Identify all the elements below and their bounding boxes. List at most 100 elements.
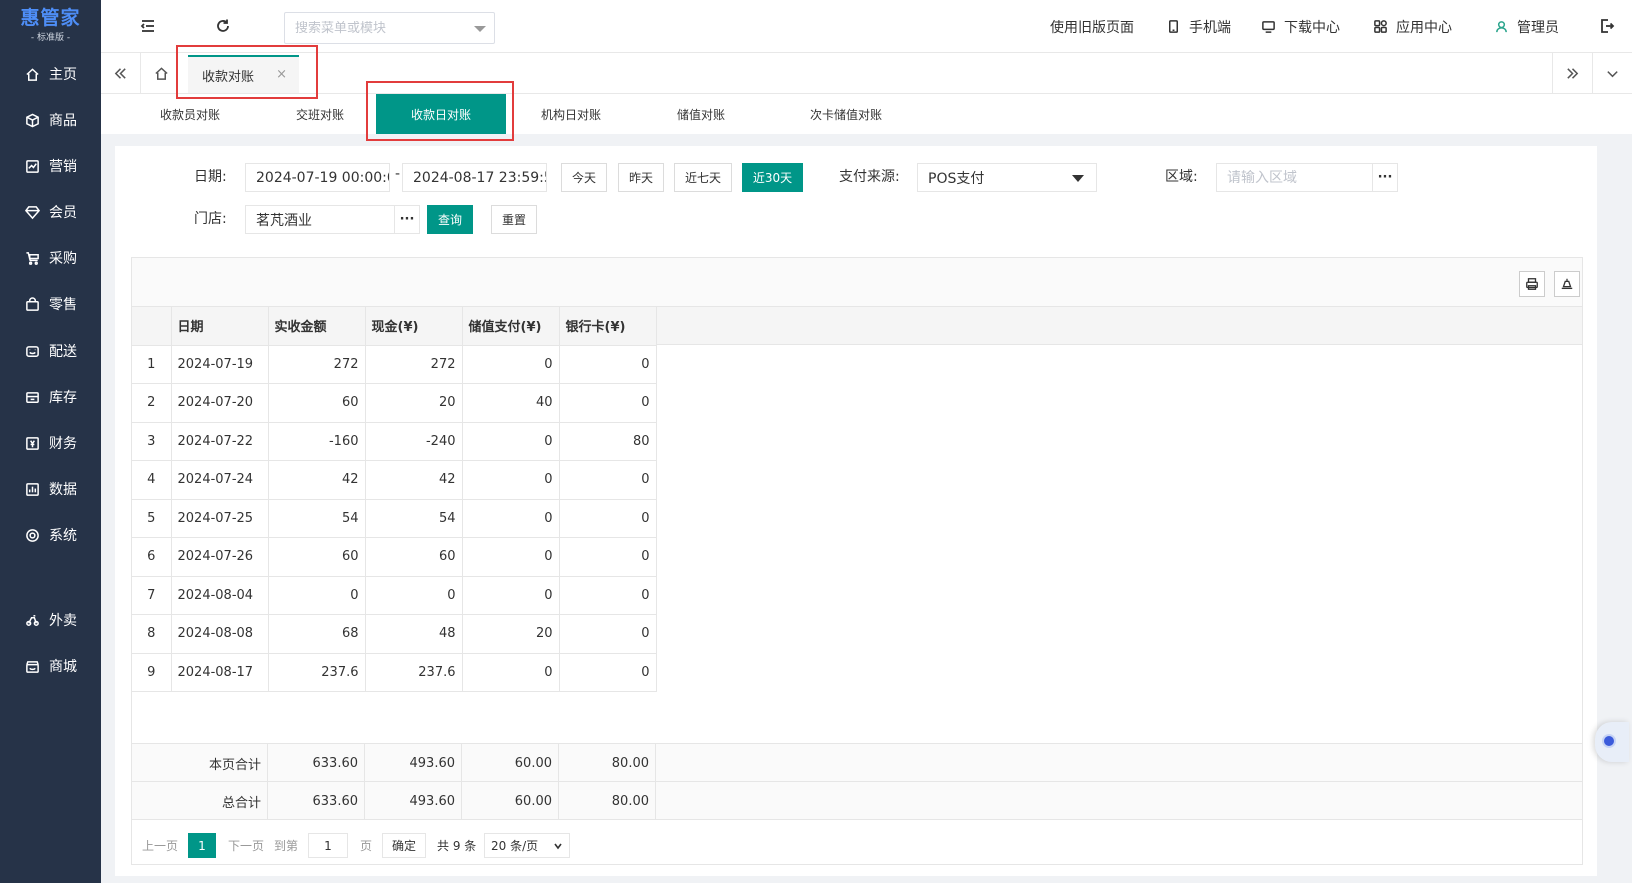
sidebar-item-0[interactable]: 主页 bbox=[0, 54, 101, 94]
assistant-icon bbox=[1602, 734, 1616, 748]
close-icon[interactable]: × bbox=[276, 67, 287, 82]
date-end-input[interactable] bbox=[402, 163, 547, 192]
pay-source-select[interactable]: POS支付 bbox=[917, 163, 1097, 192]
menu-search-select[interactable] bbox=[284, 12, 495, 44]
sidebar-item-11[interactable]: 外卖 bbox=[0, 600, 101, 640]
summary-value: 80.00 bbox=[559, 744, 656, 782]
table-row[interactable]: 6 2024-07-26 60 60 0 0 bbox=[132, 537, 657, 577]
area-picker-icon[interactable]: ··· bbox=[1372, 164, 1397, 191]
table-cell: 0 bbox=[462, 422, 560, 461]
brand-logo[interactable]: 惠管家 - 标准版 - bbox=[0, 0, 101, 50]
current-page[interactable]: 1 bbox=[188, 833, 216, 858]
area-input-field[interactable] bbox=[1227, 169, 1367, 186]
table-cell: -160 bbox=[268, 422, 366, 461]
date-separator: - bbox=[395, 166, 401, 182]
tab-collection-reconciliation[interactable]: 收款对账 × bbox=[188, 55, 299, 93]
prev-page-button[interactable]: 上一页 bbox=[142, 833, 178, 858]
table-row[interactable]: 4 2024-07-24 42 42 0 0 bbox=[132, 460, 657, 500]
tabs-scroll-left-button[interactable] bbox=[101, 53, 141, 93]
goto-confirm-button[interactable]: 确定 bbox=[382, 833, 426, 858]
home-tab[interactable] bbox=[141, 53, 181, 93]
next-page-button[interactable]: 下一页 bbox=[228, 833, 264, 858]
row-index: 9 bbox=[132, 653, 172, 692]
last-30-days-button[interactable]: 近30天 bbox=[742, 163, 803, 192]
sidebar-item-8[interactable]: 财务 bbox=[0, 423, 101, 463]
mobile-link[interactable]: 手机端 bbox=[1166, 0, 1231, 53]
tab-org-daily-reconciliation[interactable]: 机构日对账 bbox=[506, 94, 636, 134]
sidebar-item-7[interactable]: 库存 bbox=[0, 377, 101, 417]
sidebar-item-2[interactable]: 营销 bbox=[0, 146, 101, 186]
summary-label: 本页合计 bbox=[132, 744, 268, 782]
sidebar-item-12[interactable]: 商城 bbox=[0, 646, 101, 686]
sidebar-item-10[interactable]: 系统 bbox=[0, 515, 101, 555]
caret-down-icon bbox=[1072, 175, 1084, 182]
table-row[interactable]: 7 2024-08-04 0 0 0 0 bbox=[132, 576, 657, 615]
page-size-select[interactable]: 20 条/页 bbox=[484, 833, 570, 858]
user-name: 管理员 bbox=[1517, 19, 1559, 36]
old-page-link[interactable]: 使用旧版页面 bbox=[1050, 0, 1134, 53]
store-icon bbox=[24, 658, 40, 674]
table-row[interactable]: 1 2024-07-19 272 272 0 0 bbox=[132, 345, 657, 384]
download-center-link[interactable]: 下载中心 bbox=[1261, 0, 1340, 53]
print-button[interactable] bbox=[1519, 271, 1545, 297]
row-index: 5 bbox=[132, 499, 172, 538]
store-input[interactable]: 茗芃酒业 ··· bbox=[245, 205, 420, 234]
double-chevron-right-icon bbox=[1567, 67, 1579, 79]
sidebar-item-label: 商品 bbox=[49, 113, 77, 129]
refresh-icon[interactable] bbox=[213, 16, 233, 36]
page-unit-label: 页 bbox=[360, 839, 373, 853]
table-row[interactable]: 2 2024-07-20 60 20 40 0 bbox=[132, 383, 657, 423]
last-7-days-button[interactable]: 近七天 bbox=[674, 163, 732, 192]
sidebar-item-3[interactable]: 会员 bbox=[0, 192, 101, 232]
sidebar-item-9[interactable]: 数据 bbox=[0, 469, 101, 509]
table-row[interactable]: 3 2024-07-22 -160 -240 0 80 bbox=[132, 422, 657, 461]
app-center-link[interactable]: 应用中心 bbox=[1373, 0, 1452, 53]
area-input[interactable]: ··· bbox=[1216, 163, 1398, 192]
export-button[interactable] bbox=[1554, 271, 1580, 297]
date-start-input[interactable] bbox=[245, 163, 390, 192]
sidebar-item-6[interactable]: 配送 bbox=[0, 331, 101, 371]
today-button[interactable]: 今天 bbox=[561, 163, 607, 192]
sidebar-item-1[interactable]: 商品 bbox=[0, 100, 101, 140]
page-number-input[interactable] bbox=[308, 833, 348, 858]
tab-card-stored-value-reconciliation[interactable]: 次卡储值对账 bbox=[766, 94, 926, 134]
table-cell: 2024-08-17 bbox=[171, 653, 269, 692]
tabs-dropdown-button[interactable] bbox=[1592, 53, 1632, 93]
settings-icon bbox=[24, 527, 40, 543]
user-icon bbox=[1496, 21, 1507, 33]
tab-shift-reconciliation[interactable]: 交班对账 bbox=[255, 94, 385, 134]
store-label: 门店: bbox=[194, 211, 227, 227]
date-start-value[interactable] bbox=[256, 169, 389, 186]
menu-search-input[interactable] bbox=[295, 20, 465, 36]
floating-assistant-widget[interactable] bbox=[1595, 722, 1629, 762]
cart-icon bbox=[24, 250, 40, 266]
reset-button[interactable]: 重置 bbox=[491, 205, 537, 234]
table-cell: 42 bbox=[268, 460, 366, 500]
tabs-scroll-right-button[interactable] bbox=[1552, 53, 1592, 93]
finance-icon bbox=[24, 435, 40, 451]
tab-cashier-reconciliation[interactable]: 收款员对账 bbox=[125, 94, 255, 134]
menu-toggle-icon[interactable] bbox=[138, 16, 158, 36]
table-row[interactable]: 5 2024-07-25 54 54 0 0 bbox=[132, 499, 657, 538]
store-picker-icon[interactable]: ··· bbox=[394, 206, 419, 233]
summary-rows: 本页合计 633.60 493.60 60.00 80.00 总合计 633.6… bbox=[132, 743, 1582, 820]
row-index: 2 bbox=[132, 383, 172, 423]
tab-daily-collection-reconciliation[interactable]: 收款日对账 bbox=[376, 94, 506, 134]
yesterday-button[interactable]: 昨天 bbox=[618, 163, 664, 192]
sidebar-item-label: 库存 bbox=[49, 390, 77, 406]
top-bar: 使用旧版页面 手机端 下载中心 应用中心 管理员 bbox=[101, 0, 1632, 53]
tab-stored-value-reconciliation[interactable]: 储值对账 bbox=[636, 94, 766, 134]
query-button[interactable]: 查询 bbox=[427, 205, 473, 234]
date-end-value[interactable] bbox=[413, 169, 546, 186]
sidebar-item-4[interactable]: 采购 bbox=[0, 238, 101, 278]
header-filler bbox=[657, 307, 1582, 345]
table-cell: 40 bbox=[462, 383, 560, 423]
table-cell: 272 bbox=[365, 345, 463, 384]
table-row[interactable]: 8 2024-08-08 68 48 20 0 bbox=[132, 614, 657, 654]
index-header bbox=[132, 307, 172, 346]
user-menu[interactable]: 管理员 bbox=[1494, 0, 1559, 53]
logout-icon[interactable] bbox=[1597, 16, 1617, 36]
sidebar-item-5[interactable]: 零售 bbox=[0, 284, 101, 324]
summary-value: 60.00 bbox=[462, 744, 559, 782]
table-row[interactable]: 9 2024-08-17 237.6 237.6 0 0 bbox=[132, 653, 657, 692]
